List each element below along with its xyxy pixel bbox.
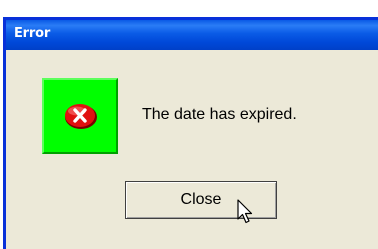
window-title: Error — [14, 26, 51, 41]
mouse-pointer-icon — [237, 199, 253, 224]
dialog-body: The date has expired. Close — [6, 50, 378, 249]
title-bar[interactable]: Error — [6, 20, 378, 50]
error-message: The date has expired. — [142, 106, 297, 123]
status-icon-box — [42, 78, 118, 154]
error-dialog: Error The date has expired. Close — [3, 17, 378, 249]
error-icon — [65, 104, 97, 129]
